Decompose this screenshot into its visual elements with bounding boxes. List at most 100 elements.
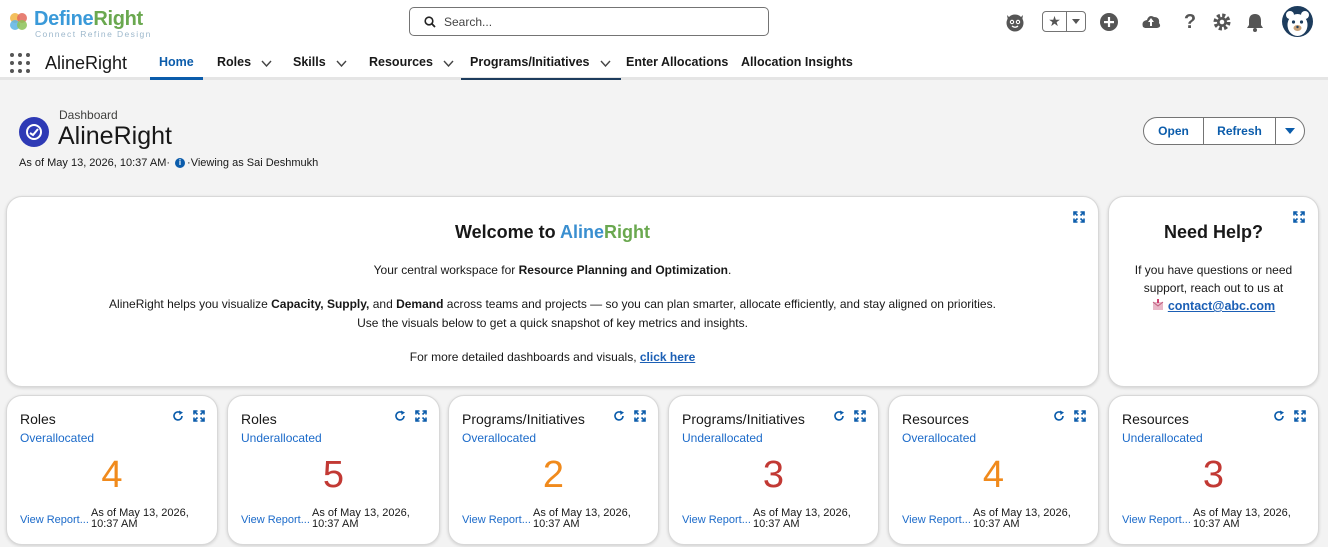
kpi-as-of: As of May 13, 2026, 10:37 AM [973,507,1071,530]
chevron-down-icon[interactable] [599,60,611,67]
kpi-subtitle[interactable]: Overallocated [462,431,536,445]
kpi-subtitle[interactable]: Overallocated [902,431,976,445]
brand-name: DefineRight [34,8,143,30]
app-name: AlineRight [45,53,128,73]
welcome-title: Welcome to AlineRight [454,222,651,242]
kpi-card: Roles Overallocated 4 View Report... As … [6,395,218,545]
app-launcher-icon[interactable] [10,53,30,73]
welcome-line-2: AlineRight helps you visualize Capacity,… [109,297,996,311]
more-actions-button[interactable] [1276,118,1304,144]
favorites-button[interactable]: ★ [1042,11,1086,32]
dashboard-icon [19,117,49,147]
page-title: AlineRight [58,122,172,150]
expand-icon[interactable] [854,410,866,422]
view-report-link[interactable]: View Report... [902,514,971,526]
brand-tagline: Connect Refine Design [35,29,152,39]
kpi-as-of: As of May 13, 2026, 10:37 AM [91,507,189,530]
welcome-line-3: Use the visuals below to get a quick sna… [357,316,748,330]
global-search[interactable] [409,7,769,36]
add-icon[interactable] [1097,10,1121,34]
help-title: Need Help? [1163,222,1264,242]
view-report-link[interactable]: View Report... [462,514,531,526]
kpi-title: Roles [241,411,277,427]
click-here-link[interactable]: click here [640,350,695,364]
refresh-icon[interactable] [613,410,625,422]
nav-item-skills[interactable]: Skills [293,55,347,80]
kpi-value: 3 [1202,454,1225,496]
app-navigation: AlineRight Home Roles Skills Resources P… [0,44,1328,80]
info-icon[interactable]: i [175,158,186,168]
chevron-down-icon [1285,127,1295,134]
help-icon[interactable]: ? [1178,10,1202,34]
global-header: DefineRight Connect Refine Design ★ ? [0,0,1328,44]
refresh-icon[interactable] [394,410,406,422]
search-input[interactable] [444,13,744,31]
refresh-icon[interactable] [833,410,845,422]
expand-icon[interactable] [634,410,646,422]
contact-email-link[interactable]: contact@abc.com [1168,299,1275,313]
kpi-card: Resources Overallocated 4 View Report...… [888,395,1099,545]
refresh-icon[interactable] [1273,410,1285,422]
einstein-icon[interactable] [1003,10,1027,34]
open-button[interactable]: Open [1144,118,1204,144]
avatar[interactable] [1282,6,1313,37]
dashboard-meta: As of May 13, 2026, 10:37 AM· i ·Viewing… [19,157,318,169]
refresh-icon[interactable] [1053,410,1065,422]
kpi-as-of: As of May 13, 2026, 10:37 AM [312,507,410,530]
kpi-card: Programs/Initiatives Underallocated 3 Vi… [668,395,879,545]
dashboard-label: Dashboard [59,108,118,122]
kpi-subtitle[interactable]: Overallocated [20,431,94,445]
kpi-subtitle[interactable]: Underallocated [241,431,322,445]
kpi-card: Resources Underallocated 3 View Report..… [1108,395,1319,545]
settings-icon[interactable] [1210,10,1234,34]
welcome-line-4: For more detailed dashboards and visuals… [409,350,696,364]
expand-icon[interactable] [193,410,205,422]
view-report-link[interactable]: View Report... [241,514,310,526]
kpi-as-of: As of May 13, 2026, 10:37 AM [1193,507,1291,530]
refresh-button[interactable]: Refresh [1204,118,1276,144]
star-icon: ★ [1043,12,1067,31]
kpi-subtitle[interactable]: Underallocated [682,431,763,445]
view-report-link[interactable]: View Report... [682,514,751,526]
nav-item-programs-initiatives[interactable]: Programs/Initiatives [461,55,621,80]
view-report-link[interactable]: View Report... [20,514,89,526]
kpi-value: 5 [322,454,345,496]
email-icon [1152,299,1164,310]
kpi-title: Programs/Initiatives [682,411,805,427]
kpi-value: 3 [762,454,785,496]
brand-logo[interactable]: DefineRight Connect Refine Design [7,6,167,40]
refresh-icon[interactable] [172,410,184,422]
chevron-down-icon[interactable] [261,60,272,67]
kpi-title: Roles [20,411,56,427]
brand-logo-icon [10,13,27,30]
expand-icon[interactable] [415,410,427,422]
welcome-card: Welcome to AlineRight Your central works… [6,196,1099,387]
kpi-title: Resources [902,411,969,427]
kpi-as-of: As of May 13, 2026, 10:37 AM [753,507,851,530]
chevron-down-icon[interactable] [336,60,347,67]
nav-item-allocation-insights[interactable]: Allocation Insights [741,55,853,80]
viewing-as: ·Viewing as Sai Deshmukh [187,157,319,169]
setup-assistant-icon[interactable] [1139,10,1163,34]
search-icon [424,16,436,28]
help-line-1: If you have questions or need [1134,263,1293,277]
kpi-card: Roles Underallocated 5 View Report... As… [227,395,440,545]
dashboard-actions: Open Refresh [1143,117,1305,145]
help-email-row: contact@abc.com [1109,299,1318,313]
expand-icon[interactable] [1294,410,1306,422]
nav-item-roles[interactable]: Roles [217,55,272,80]
kpi-value: 4 [982,454,1005,496]
kpi-subtitle[interactable]: Underallocated [1122,431,1203,445]
notifications-icon[interactable] [1243,10,1267,34]
nav-item-resources[interactable]: Resources [369,55,454,80]
expand-icon[interactable] [1074,410,1086,422]
nav-item-enter-allocations[interactable]: Enter Allocations [626,55,728,80]
help-line-2: support, reach out to us at [1143,281,1284,295]
kpi-as-of: As of May 13, 2026, 10:37 AM [533,507,631,530]
chevron-down-icon[interactable] [1067,12,1085,31]
chevron-down-icon[interactable] [443,60,454,67]
nav-item-home[interactable]: Home [150,55,203,80]
welcome-line-1: Your central workspace for Resource Plan… [373,263,732,277]
view-report-link[interactable]: View Report... [1122,514,1191,526]
kpi-card: Programs/Initiatives Overallocated 2 Vie… [448,395,659,545]
